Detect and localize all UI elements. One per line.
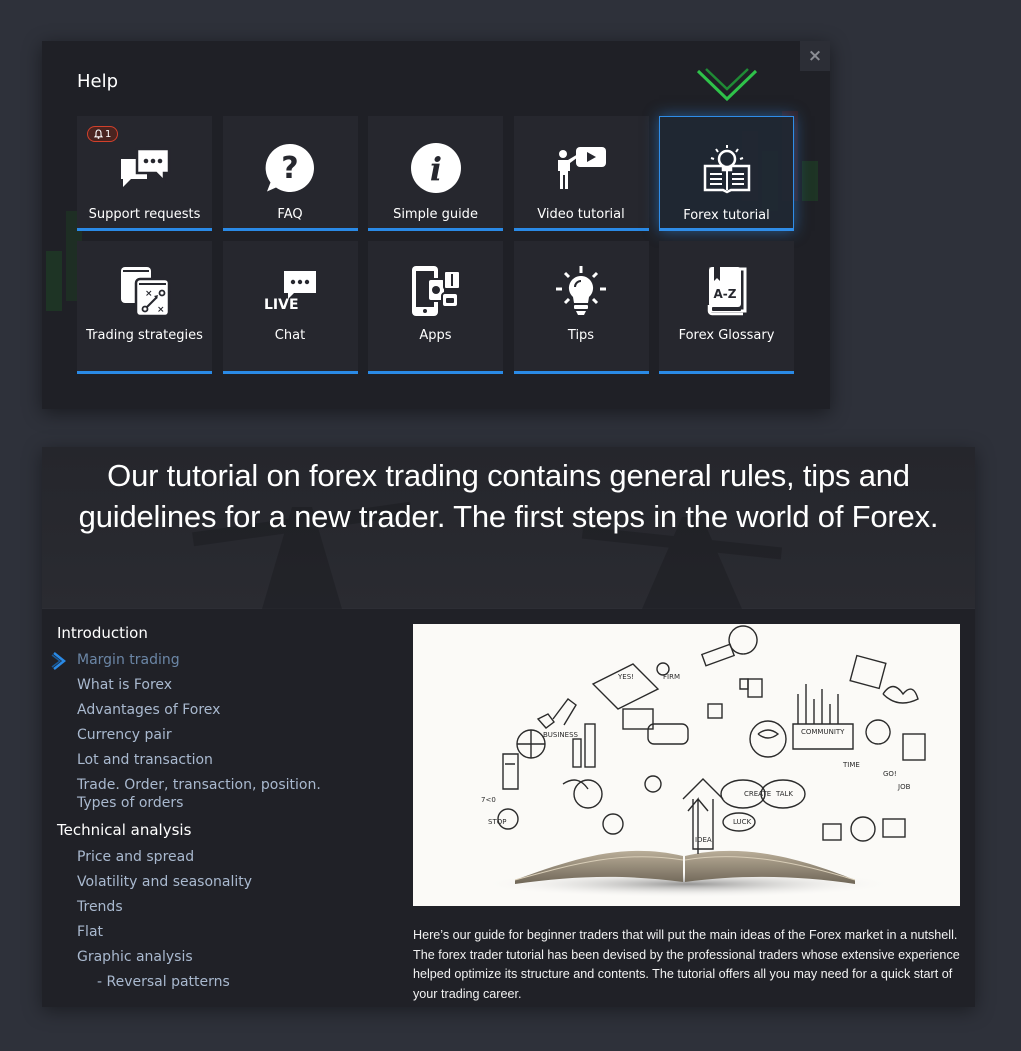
pointer-arrow-icon [696,68,758,102]
toc-item[interactable]: Graphic analysis [57,945,397,970]
question-bubble-icon: ? [262,142,318,194]
toc-item-label: Price and spread [77,849,195,865]
toc-item[interactable]: Currency pair [57,723,397,748]
doodle-word: IDEA [695,836,712,844]
tile-tips[interactable]: Tips [513,241,649,374]
toc-item-label: What is Forex [77,677,173,693]
tutorial-table-of-contents: Introduction Margin trading What is Forex A… [51,619,397,995]
live-chat-icon: LIVE [262,265,318,317]
bell-icon [94,129,103,139]
doodle-word: CREATE [744,790,771,798]
tile-label: Tips [567,328,595,343]
badge-count: 1 [105,128,112,140]
lightbulb-book-icon [699,143,755,195]
svg-text:×: × [145,289,153,299]
doodle-word: JOB [897,783,911,791]
toc-item[interactable]: What is Forex [57,673,397,698]
doodle-word: COMMUNITY [801,728,845,736]
toc-sub-item[interactable]: - Reversal patterns [57,970,397,995]
mobile-apps-icon [408,265,464,317]
toc-item-label: Trends [77,899,123,915]
toc-item-label: Advantages of Forex [77,702,221,718]
toc-item[interactable]: Lot and transaction [57,748,397,773]
chat-bubbles-icon [117,142,173,194]
toc-item[interactable]: Flat [57,920,397,945]
az-text: A-Z [713,287,736,301]
tile-label: Chat [274,328,306,343]
tutorial-headline: Our tutorial on forex trading contains g… [78,458,939,534]
tile-chat[interactable]: LIVE Chat [222,241,358,374]
toc-section-heading: Introduction [57,624,148,642]
help-title: Help [77,71,119,92]
svg-text:?: ? [281,151,298,186]
toc-item-label: Graphic analysis [77,949,193,965]
toc-item[interactable]: Price and spread [57,845,397,870]
notification-badge: 1 [87,126,119,142]
svg-text:i: i [429,150,441,188]
tile-simple-guide[interactable]: i Simple guide [368,116,503,231]
toc-item-label: Lot and transaction [77,752,213,768]
tile-label: Support requests [88,207,201,222]
help-modal: Help 1 Support requests ? FAQ i Simple g… [42,41,830,409]
toc-item[interactable]: Trade. Order, transaction, position. Typ… [57,773,332,816]
toc-item-label: Currency pair [77,727,172,743]
toc-item-label: - Reversal patterns [97,974,230,990]
tile-label: Forex tutorial [683,208,770,223]
book-doodles-image: BUSINESS COMMUNITY CREATE TALK LUCK IDEA GO! JO… [413,624,960,906]
doodle-word: GO! [883,770,897,778]
lightbulb-icon [553,265,609,317]
toc-item[interactable]: Advantages of Forex [57,698,397,723]
toc-item-label: Volatility and seasonality [77,874,253,890]
doodle-word: STOP [488,818,506,826]
tile-forex-glossary[interactable]: A-Z Forex Glossary [659,241,794,374]
tile-apps[interactable]: Apps [368,241,503,374]
info-circle-icon: i [408,142,464,194]
close-icon: × [807,46,823,66]
help-tiles-grid: 1 Support requests ? FAQ i Simple guide … [77,116,794,374]
toc-item[interactable]: Trends [57,895,397,920]
toc-item-label: Trade. Order, transaction, position. Typ… [77,777,321,811]
tile-label: Video tutorial [537,207,625,222]
forex-tutorial-panel: Our tutorial on forex trading contains g… [42,447,975,1007]
doodle-word: BUSINESS [543,731,579,739]
toc-item[interactable]: Margin trading [51,648,397,673]
doodle-word: YES! [617,673,634,681]
doodle-word: FIRM [663,673,680,681]
glossary-book-icon: A-Z [699,265,755,317]
tutorial-hero: Our tutorial on forex trading contains g… [42,447,975,609]
tile-label: Apps [419,328,452,343]
active-chevron-icon [51,652,67,670]
tile-trading-strategies[interactable]: × × Trading strategies [77,241,212,374]
doodle-word: LUCK [733,818,752,826]
tile-support-requests[interactable]: 1 Support requests [77,116,212,231]
tutorial-intro-text: Here’s our guide for beginner traders th… [413,928,960,1001]
toc-item-label: Margin trading [77,652,180,668]
svg-text:×: × [157,305,165,315]
toc-item-label: Flat [77,924,104,940]
toc-section-heading: Technical analysis [57,821,192,839]
doodle-word: TIME [842,761,860,769]
strategy-board-icon: × × [117,265,173,317]
tile-label: Forex Glossary [678,328,775,343]
tile-faq[interactable]: ? FAQ [222,116,358,231]
tile-label: FAQ [277,207,303,222]
doodle-word: 7<0 [481,796,496,804]
toc-item[interactable]: Volatility and seasonality [57,870,397,895]
tile-label: Simple guide [393,207,478,222]
tile-video-tutorial[interactable]: Video tutorial [513,116,649,231]
tile-forex-tutorial[interactable]: Forex tutorial [659,116,794,231]
live-text: LIVE [264,297,299,313]
presenter-video-icon [553,142,609,194]
close-button[interactable]: × [800,41,830,71]
doodle-word: TALK [775,790,793,798]
tile-label: Trading strategies [86,328,203,343]
